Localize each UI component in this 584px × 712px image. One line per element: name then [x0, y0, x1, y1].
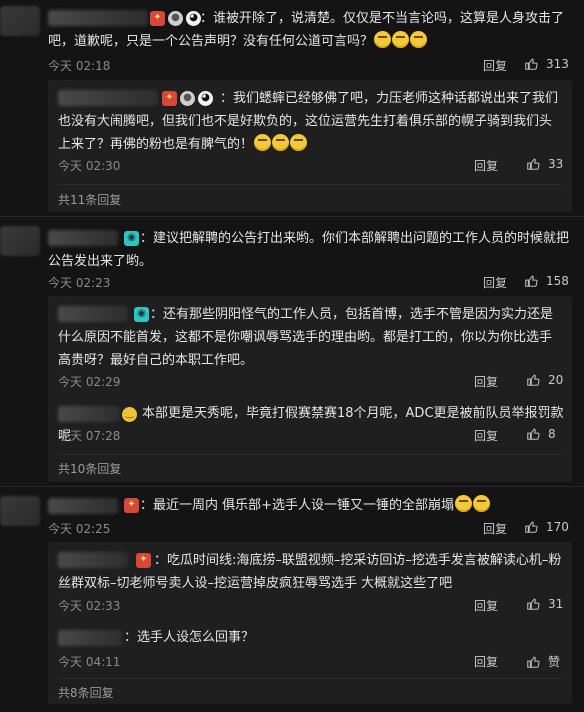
comment-text: ：建议把解聘的公告打出来哟。你们本部解聘出问题的工作人员的时候就把公告发出来了哟…	[48, 231, 570, 269]
comment-time: 今天 02:18	[48, 59, 111, 73]
reply-time: 今天 07:28	[58, 429, 121, 443]
more-replies-link[interactable]: 共11条回复	[58, 191, 121, 208]
emoji-icon	[455, 495, 473, 512]
like-count: 33	[548, 157, 564, 171]
like-button[interactable]: 8	[526, 427, 556, 441]
avatar[interactable]	[0, 6, 40, 36]
reply-item: ✦ ● ◕ ：我们蟋蟀已经够佛了吧，力压老师这种话都说出来了我们也没有大闹腾吧，…	[48, 80, 572, 184]
avatar[interactable]	[0, 226, 40, 256]
reply-item: ：选手人设怎么回事？ 今天 04:11 回复 赞	[48, 620, 572, 678]
like-count: 170	[546, 520, 569, 534]
emoji-icon	[254, 134, 272, 151]
like-count: 313	[546, 57, 569, 71]
thumbs-up-icon	[527, 656, 540, 668]
reply-item: ◉ ：还有那些阴阳怪气的工作人员，包括首博，选手不管是因为实力还是什么原因不能首…	[48, 296, 572, 398]
like-button[interactable]: 31	[526, 597, 563, 611]
more-replies-link[interactable]: 共10条回复	[58, 460, 121, 477]
more-replies-link[interactable]: 共8条回复	[58, 684, 114, 701]
like-button[interactable]: 20	[526, 373, 563, 387]
separator	[0, 216, 584, 217]
reply-button[interactable]: 回复	[474, 157, 498, 174]
reply-text: ：我们蟋蟀已经够佛了吧，力压老师这种话都说出来了我们也没有大闹腾吧，但我们也不是…	[58, 91, 559, 152]
comment-time: 今天 02:25	[48, 522, 111, 536]
like-count: 8	[548, 427, 556, 441]
reply-item: ‿ 本部更是天秀呢，毕竟打假赛禁赛18个月呢，ADC更是被前队员举报罚款呢 今天…	[48, 398, 572, 454]
reply-box: ◉ ：还有那些阴阳怪气的工作人员，包括首博，选手不管是因为实力还是什么原因不能首…	[48, 296, 572, 482]
reply-text: ：吃瓜时间线:海底捞–联盟视频–挖采访回访–挖选手发言被解读心机–粉丝群双标–切…	[58, 553, 562, 591]
reply-button[interactable]: 回复	[474, 653, 498, 670]
thumbs-up-icon	[527, 428, 540, 440]
reply-time: 今天 02:30	[58, 159, 121, 173]
like-button[interactable]: 158	[524, 274, 569, 288]
emoji-icon	[290, 134, 308, 151]
thumbs-up-icon	[525, 58, 538, 70]
reply-box: ✦ ● ◕ ：我们蟋蟀已经够佛了吧，力压老师这种话都说出来了我们也没有大闹腾吧，…	[48, 80, 572, 212]
reply-button[interactable]: 回复	[474, 597, 498, 614]
like-button[interactable]: 170	[524, 520, 569, 534]
comment-text: ：谁被开除了，说清楚。仅仅是不当言论吗，这算是人身攻击了吧，道歉呢，只是一个公告…	[48, 11, 565, 49]
emoji-icon	[272, 134, 290, 151]
comment-text: ：最近一周内 俱乐部+选手人设一锤又一锤的全部崩塌	[48, 494, 574, 517]
separator	[0, 486, 584, 487]
like-count: 158	[546, 274, 569, 288]
emoji-icon	[392, 31, 410, 48]
reply-time: 今天 02:33	[58, 599, 121, 613]
reply-button[interactable]: 回复	[474, 373, 498, 390]
emoji-icon	[410, 31, 428, 48]
comment-thread: ✦ ：最近一周内 俱乐部+选手人设一锤又一锤的全部崩塌 今天 02:25 回复 …	[0, 490, 584, 712]
reply-button[interactable]: 回复	[474, 427, 498, 444]
like-count: 31	[548, 597, 564, 611]
emoji-icon	[473, 495, 491, 512]
thumbs-up-icon	[527, 158, 540, 170]
reply-text: ：还有那些阴阳怪气的工作人员，包括首博，选手不管是因为实力还是什么原因不能首发，…	[58, 307, 554, 368]
thumbs-up-icon	[527, 598, 540, 610]
thumbs-up-icon	[525, 521, 538, 533]
like-button[interactable]: 313	[524, 57, 569, 71]
like-button[interactable]: 赞	[526, 653, 560, 670]
like-count: 20	[548, 373, 564, 387]
divider	[58, 678, 562, 679]
comment-thread: ✦ ● ◕ ：谁被开除了，说清楚。仅仅是不当言论吗，这算是人身攻击了吧，道歉呢，…	[0, 0, 584, 212]
divider	[58, 184, 562, 185]
reply-text: ：选手人设怎么回事？	[124, 630, 255, 645]
reply-time: 今天 02:29	[58, 375, 121, 389]
divider	[58, 454, 562, 455]
thumbs-up-icon	[527, 374, 540, 386]
reply-button[interactable]: 回复	[483, 57, 507, 74]
emoji-icon	[374, 31, 392, 48]
like-button[interactable]: 33	[526, 157, 563, 171]
avatar[interactable]	[0, 496, 40, 526]
reply-button[interactable]: 回复	[483, 520, 507, 537]
thumbs-up-icon	[525, 275, 538, 287]
reply-button[interactable]: 回复	[483, 274, 507, 291]
comment-thread: ◉ ：建议把解聘的公告打出来哟。你们本部解聘出问题的工作人员的时候就把公告发出来…	[0, 220, 584, 482]
reply-box: ✦ ：吃瓜时间线:海底捞–联盟视频–挖采访回访–挖选手发言被解读心机–粉丝群双标…	[48, 542, 572, 704]
reply-time: 今天 04:11	[58, 655, 121, 669]
like-label: 赞	[548, 655, 561, 669]
reply-item: ✦ ：吃瓜时间线:海底捞–联盟视频–挖采访回访–挖选手发言被解读心机–粉丝群双标…	[48, 542, 572, 620]
comment-time: 今天 02:23	[48, 276, 111, 290]
